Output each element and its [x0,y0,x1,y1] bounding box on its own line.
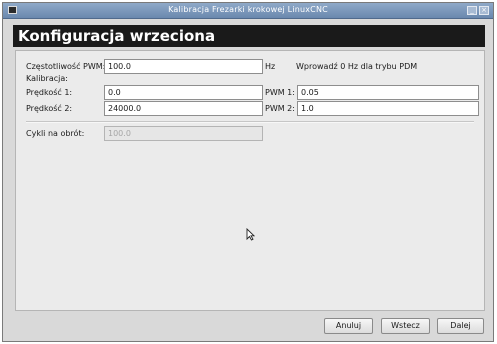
spindle-config-panel: Częstotliwość PWM: Hz Wprowadź 0 Hz dla … [15,50,485,311]
pwm-frequency-label: Częstotliwość PWM: [26,62,106,71]
mouse-cursor-icon [246,228,255,241]
cycles-per-rev-input [104,126,263,141]
cycles-per-rev-label: Cykli na obrót: [26,129,85,138]
pwm1-label: PWM 1: [265,88,295,97]
speed2-label: Prędkość 2: [26,104,73,113]
next-button[interactable]: Dalej [437,318,484,334]
title-bar[interactable]: Kalibracja Frezarki krokowej LinuxCNC _ … [3,3,493,19]
speed2-input[interactable] [104,101,263,116]
wizard-window: Kalibracja Frezarki krokowej LinuxCNC _ … [2,2,494,342]
speed1-input[interactable] [104,85,263,100]
back-button[interactable]: Wstecz [381,318,430,334]
pwm1-input[interactable] [297,85,479,100]
pwm-frequency-unit: Hz [265,62,276,71]
speed1-label: Prędkość 1: [26,88,73,97]
page-title: Konfiguracja wrzeciona [18,27,216,45]
close-icon[interactable]: × [479,6,489,15]
separator [26,121,474,123]
pwm2-label: PWM 2: [265,104,295,113]
cancel-button[interactable]: Anuluj [324,318,373,334]
pdm-hint-text: Wprowadź 0 Hz dla trybu PDM [296,62,418,71]
page-header: Konfiguracja wrzeciona [13,25,485,47]
pwm-frequency-input[interactable] [104,59,263,74]
pwm2-input[interactable] [297,101,479,116]
window-title: Kalibracja Frezarki krokowej LinuxCNC [168,5,328,14]
calibration-label: Kalibracja: [26,74,68,83]
minimize-icon[interactable]: _ [467,6,477,15]
